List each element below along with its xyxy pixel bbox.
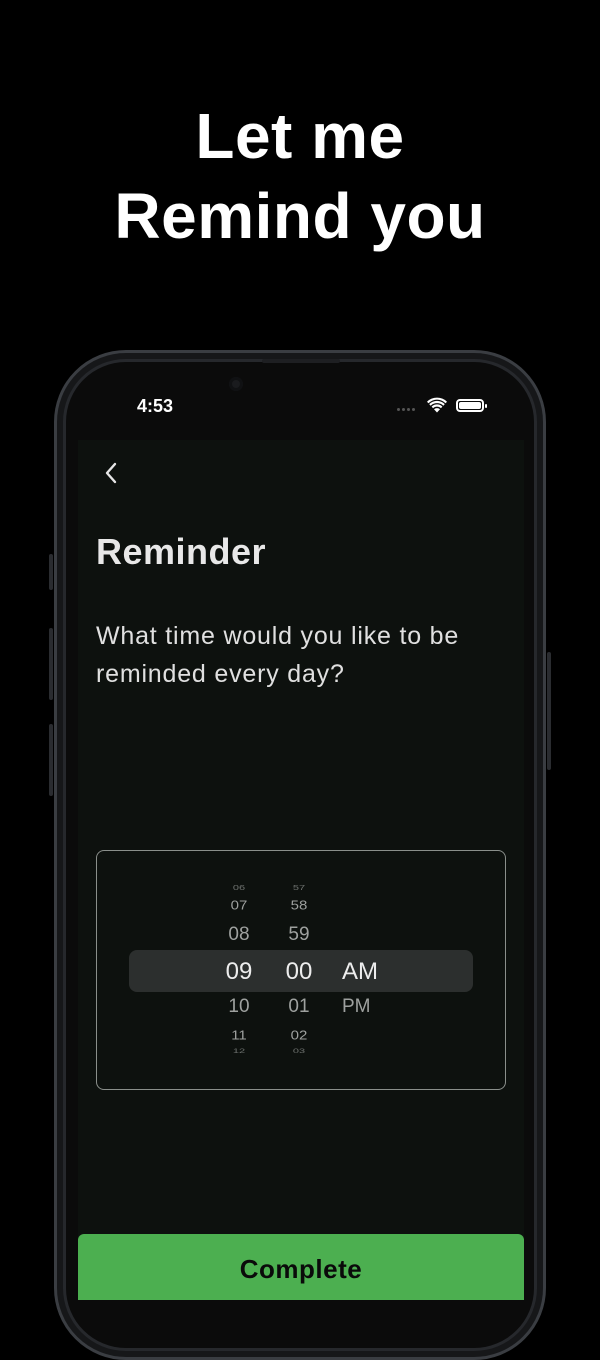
phone-volume-down-button	[49, 724, 53, 796]
phone-power-button	[547, 652, 551, 770]
battery-icon	[456, 399, 487, 412]
wifi-icon	[427, 397, 447, 413]
signal-icon	[397, 408, 415, 411]
complete-button[interactable]: Complete	[78, 1234, 524, 1300]
chevron-left-icon	[105, 462, 117, 484]
phone-volume-up-button	[49, 628, 53, 700]
camera-icon	[229, 377, 243, 391]
status-bar-time: 4:53	[137, 396, 174, 416]
minute-option[interactable]: 03	[269, 1047, 329, 1054]
hour-option[interactable]: 12	[209, 1047, 269, 1054]
reminder-question: What time would you like to be reminded …	[96, 622, 460, 688]
minute-option[interactable]: 58	[269, 898, 329, 912]
period-selected[interactable]: AM	[342, 958, 402, 986]
minute-option[interactable]: 02	[269, 1028, 329, 1042]
period-option[interactable]: PM	[342, 996, 402, 1018]
app-screen: Reminder What time would you like to be …	[78, 440, 524, 1300]
headline: Let me Remind you	[0, 96, 600, 256]
page-title: Reminder	[96, 531, 267, 572]
minute-option[interactable]: 57	[269, 884, 329, 892]
phone-mute-switch	[49, 554, 53, 590]
minute-selected[interactable]: 00	[269, 958, 329, 986]
hour-option[interactable]: 11	[209, 1028, 269, 1042]
hour-option[interactable]: 10	[209, 996, 269, 1018]
headline-line-2: Remind you	[114, 180, 486, 252]
minute-option[interactable]: 01	[269, 996, 329, 1018]
phone-speaker	[262, 359, 340, 363]
hour-option[interactable]: 06	[209, 884, 269, 892]
minute-option[interactable]: 59	[269, 924, 329, 946]
headline-line-1: Let me	[195, 100, 405, 172]
time-picker[interactable]: 06 07 08 09 10 11 12 57 58 59 00 01 02 0…	[96, 850, 506, 1090]
hour-option[interactable]: 07	[209, 898, 269, 912]
hour-option[interactable]: 08	[209, 924, 269, 946]
back-button[interactable]	[96, 456, 126, 490]
hour-selected[interactable]: 09	[209, 958, 269, 986]
